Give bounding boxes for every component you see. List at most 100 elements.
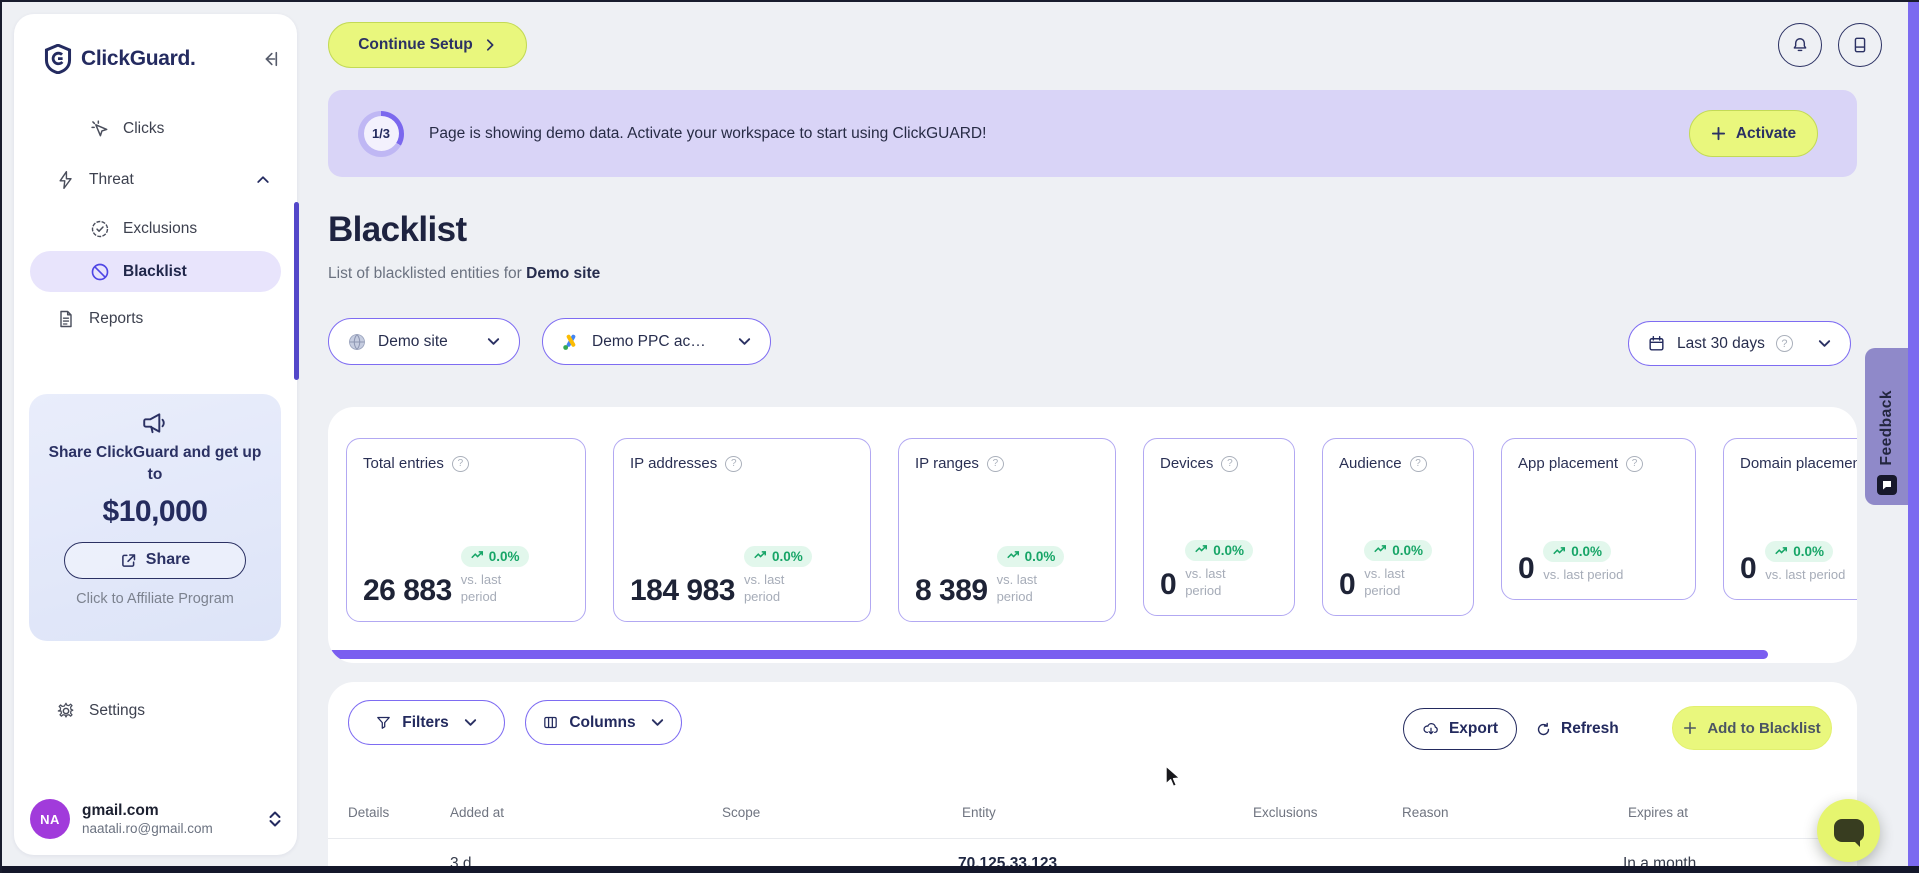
sidebar-item-settings[interactable]: Settings <box>14 690 297 731</box>
delta-badge: 0.0% <box>996 545 1065 567</box>
delta-badge: 0.0% <box>460 545 529 567</box>
delta-value: 0.0% <box>1793 544 1824 560</box>
add-to-blacklist-button[interactable]: Add to Blacklist <box>1672 706 1832 750</box>
continue-setup-button[interactable]: Continue Setup <box>328 22 527 68</box>
stat-caption: vs. last period <box>743 571 785 605</box>
delta-badge: 0.0% <box>1185 539 1253 561</box>
chevron-down-icon <box>486 334 501 349</box>
refresh-label: Refresh <box>1561 720 1619 737</box>
page-subtitle-text: List of blacklisted entities for <box>328 265 522 282</box>
stat-card-domain-placement: Domain placement? 0 0.0% vs. last period <box>1723 438 1857 600</box>
google-ads-icon <box>561 332 581 352</box>
stat-title: App placement <box>1518 455 1619 472</box>
filters-dropdown[interactable]: Filters <box>348 700 505 745</box>
columns-icon <box>542 714 559 731</box>
book-icon <box>1850 35 1870 55</box>
chevron-down-icon <box>737 334 752 349</box>
refresh-icon <box>1535 721 1552 738</box>
calendar-icon <box>1647 334 1666 353</box>
col-header-exclusions[interactable]: Exclusions <box>1253 805 1318 820</box>
continue-setup-label: Continue Setup <box>358 36 473 53</box>
stat-value: 184 983 <box>630 574 735 607</box>
bell-icon <box>1790 35 1810 55</box>
stat-title: Audience <box>1339 455 1402 472</box>
delta-badge: 0.0% <box>1543 541 1611 563</box>
col-header-added-at[interactable]: Added at <box>450 805 504 820</box>
refresh-button[interactable]: Refresh <box>1535 708 1619 750</box>
chat-widget-button[interactable] <box>1817 799 1880 862</box>
table-header-divider <box>328 838 1857 839</box>
site-selector[interactable]: Demo site <box>328 318 520 365</box>
workspace-switcher[interactable]: NA gmail.com naatali.ro@gmail.com <box>30 799 282 839</box>
stat-caption: vs. last period <box>1364 565 1405 599</box>
export-label: Export <box>1448 720 1499 737</box>
col-header-reason[interactable]: Reason <box>1402 805 1449 820</box>
logo: ClickGuard. <box>44 44 279 74</box>
col-header-expires-at[interactable]: Expires at <box>1628 805 1688 820</box>
demo-data-banner: 1/3 Page is showing demo data. Activate … <box>328 90 1857 177</box>
stat-card-app-placement: App placement? 0 0.0% vs. last period <box>1501 438 1696 600</box>
activate-button[interactable]: Activate <box>1689 110 1818 157</box>
sidebar-scrollbar-thumb[interactable] <box>294 202 299 380</box>
help-icon: ? <box>451 455 469 472</box>
help-icon: ? <box>1221 455 1239 472</box>
sidebar-item-exclusions[interactable]: Exclusions <box>14 208 297 249</box>
site-selector-value: Demo site <box>378 332 448 350</box>
ban-icon <box>90 262 110 282</box>
setup-progress-value: 1/3 <box>363 116 399 151</box>
page-scrollbar[interactable] <box>1908 0 1919 866</box>
filters-label: Filters <box>402 713 449 731</box>
stats-horizontal-scrollbar[interactable] <box>328 650 1768 659</box>
activate-label: Activate <box>1735 124 1797 142</box>
stat-caption: vs. last period <box>1185 565 1226 599</box>
notifications-button[interactable] <box>1778 23 1822 67</box>
export-button[interactable]: Export <box>1403 708 1517 750</box>
stat-value: 0 <box>1339 568 1356 601</box>
col-header-scope[interactable]: Scope <box>722 805 760 820</box>
affiliate-headline: Share ClickGuard and get up to <box>48 444 262 484</box>
col-header-entity[interactable]: Entity <box>962 805 996 820</box>
feedback-chat-icon <box>1877 475 1897 495</box>
add-to-blacklist-label: Add to Blacklist <box>1707 719 1821 737</box>
chevron-down-icon <box>1817 336 1832 351</box>
badge-check-icon <box>90 219 110 239</box>
col-header-details[interactable]: Details <box>348 805 389 820</box>
ppc-account-value: Demo PPC ac… <box>592 332 706 350</box>
globe-icon <box>347 332 367 352</box>
feedback-label: Feedback <box>1878 390 1895 466</box>
affiliate-promo-card[interactable]: Share ClickGuard and get up to $10,000 S… <box>29 394 281 641</box>
columns-dropdown[interactable]: Columns <box>525 700 682 745</box>
affiliate-program-link[interactable]: Click to Affiliate Program <box>41 591 269 607</box>
stat-caption: vs. last period <box>460 571 502 605</box>
share-button-label: Share <box>145 551 191 569</box>
sidebar-item-label: Exclusions <box>123 219 198 237</box>
stat-card-audience: Audience? 0 0.0% vs. last period <box>1322 438 1474 616</box>
window-edge-left <box>0 0 2 873</box>
banner-message: Page is showing demo data. Activate your… <box>429 124 987 142</box>
delta-value: 0.0% <box>1392 542 1423 558</box>
sidebar-item-reports[interactable]: Reports <box>14 298 297 339</box>
docs-button[interactable] <box>1838 23 1882 67</box>
stat-value: 8 389 <box>915 574 988 607</box>
stat-title: Domain placement <box>1740 455 1857 472</box>
sidebar-item-clicks[interactable]: Clicks <box>14 108 297 149</box>
sidebar-item-blacklist[interactable]: Blacklist <box>30 251 281 292</box>
feedback-tab[interactable]: Feedback <box>1865 348 1909 505</box>
help-icon: ? <box>1626 455 1644 472</box>
collapse-sidebar-icon[interactable] <box>261 50 279 68</box>
page-title: Blacklist <box>328 210 467 249</box>
megaphone-icon <box>41 410 269 436</box>
sidebar-item-label: Clicks <box>123 119 165 137</box>
stat-value: 26 883 <box>363 574 452 607</box>
date-range-selector[interactable]: Last 30 days ? <box>1628 321 1851 366</box>
stat-title: Devices <box>1160 455 1214 472</box>
delta-value: 0.0% <box>1024 548 1056 564</box>
stat-caption: vs. last period <box>996 571 1038 605</box>
share-button[interactable]: Share <box>64 541 246 579</box>
sidebar-item-label: Blacklist <box>123 262 187 280</box>
stat-card-total-entries: Total entries? 26 883 0.0% vs. last peri… <box>346 438 586 622</box>
external-link-icon <box>120 552 137 569</box>
sidebar-item-threat[interactable]: Threat <box>14 159 297 200</box>
chevron-up-icon <box>255 172 271 188</box>
ppc-account-selector[interactable]: Demo PPC ac… <box>542 318 771 365</box>
